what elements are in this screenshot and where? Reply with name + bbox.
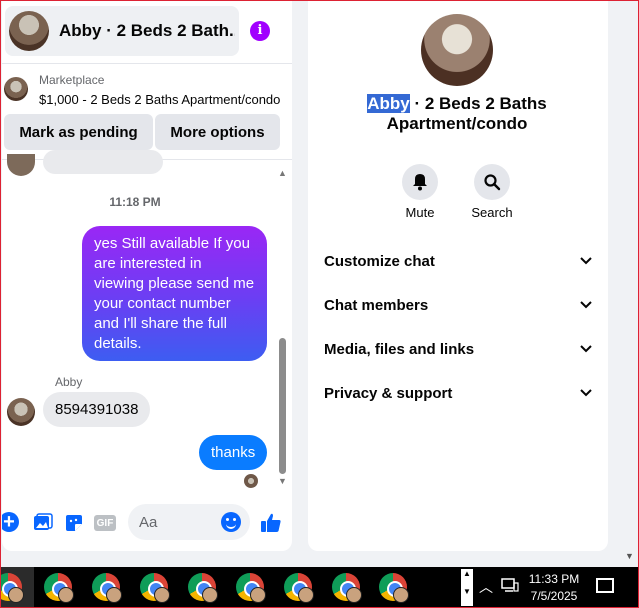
gif-icon[interactable]: GIF — [94, 515, 116, 531]
section-label: Chat members — [324, 296, 429, 314]
conversation-info-panel: Abby · 2 Beds 2 Baths Apartment/condo Mu… — [308, 0, 608, 551]
gallery-icon[interactable] — [32, 512, 54, 534]
emoji-icon[interactable] — [221, 512, 241, 532]
avatar — [421, 14, 493, 86]
section-customize-chat[interactable]: Customize chat — [324, 249, 594, 273]
chrome-profile-icon[interactable] — [92, 573, 122, 603]
more-options-button[interactable]: More options — [155, 114, 280, 150]
clock-date: 7/5/2025 — [530, 589, 578, 603]
conversation-title-button[interactable]: Abby · 2 Beds 2 Bath... — [5, 6, 239, 56]
chevron-up-icon[interactable]: ︿ — [479, 577, 493, 597]
notification-icon[interactable] — [596, 578, 614, 593]
section-label: Privacy & support — [324, 384, 453, 402]
avatar — [9, 11, 49, 51]
search-icon — [474, 164, 510, 200]
info-icon[interactable]: i — [250, 21, 270, 41]
mute-label: Mute — [405, 205, 435, 220]
page-scroll-down-arrow-icon[interactable]: ▼ — [625, 551, 634, 561]
incoming-message: 8594391038 — [43, 392, 151, 427]
message-bubble — [43, 150, 163, 174]
section-privacy-support[interactable]: Privacy & support — [324, 381, 594, 405]
chrome-profile-icon[interactable] — [379, 573, 409, 603]
section-chat-members[interactable]: Chat members — [324, 293, 594, 317]
conversation-title: Abby · 2 Beds 2 Bath... — [59, 21, 235, 40]
avatar — [7, 398, 35, 426]
info-title-rest: · 2 Beds 2 Baths Apartment/condo — [386, 94, 547, 133]
mute-button[interactable]: Mute — [385, 164, 455, 220]
avatar — [7, 154, 35, 176]
scroll-down-arrow-icon[interactable]: ▼ — [278, 476, 287, 486]
chrome-profile-icon[interactable] — [332, 573, 362, 603]
chat-scrollbar[interactable]: ▲ ▼ — [276, 168, 288, 488]
taskbar: ▲ ▼ ︿ 11:33 PM 7/5/2025 — [0, 567, 639, 608]
outgoing-message: thanks — [199, 435, 268, 470]
system-clock[interactable]: 11:33 PM 7/5/2025 — [525, 571, 583, 605]
listing-title[interactable]: $1,000 - 2 Beds 2 Baths Apartment/condo — [39, 92, 280, 107]
mark-as-pending-button[interactable]: Mark as pending — [4, 114, 153, 150]
chevron-down-icon — [578, 297, 594, 313]
outgoing-message: yes Still available If you are intereste… — [82, 226, 267, 361]
bell-icon — [402, 164, 438, 200]
section-media-files-links[interactable]: Media, files and links — [324, 337, 594, 361]
listing-thumbnail — [4, 77, 28, 101]
info-title: Abby · 2 Beds 2 Baths Apartment/condo — [328, 94, 586, 134]
seen-avatar — [244, 474, 258, 488]
chrome-profile-icon[interactable] — [188, 573, 218, 603]
chrome-profile-icon[interactable] — [0, 573, 24, 603]
scroll-up-arrow-icon[interactable]: ▲ — [278, 168, 287, 178]
like-icon[interactable] — [260, 512, 282, 534]
section-label: Media, files and links — [324, 340, 475, 358]
selected-name: Abby — [367, 94, 410, 113]
chevron-down-icon — [578, 341, 594, 357]
sender-name: Abby — [55, 375, 83, 389]
chrome-profile-icon[interactable] — [236, 573, 266, 603]
taskbar-scroll-icon[interactable]: ▲ ▼ — [461, 569, 473, 606]
plus-icon[interactable]: + — [2, 512, 19, 532]
chrome-profile-icon[interactable] — [140, 573, 170, 603]
chrome-profile-icon[interactable] — [44, 573, 74, 603]
message-timestamp: 11:18 PM — [109, 195, 161, 209]
chevron-down-icon — [578, 253, 594, 269]
search-button[interactable]: Search — [457, 164, 527, 220]
message-composer: + GIF Aa — [2, 500, 292, 546]
message-list: 11:18 PM yes Still available If you are … — [2, 150, 292, 500]
scroll-thumb[interactable] — [279, 338, 286, 474]
sticker-icon[interactable] — [63, 512, 85, 534]
marketplace-label: Marketplace — [39, 73, 105, 87]
chat-panel: Abby · 2 Beds 2 Bath... i Marketplace $1… — [2, 0, 292, 551]
network-icon[interactable] — [501, 577, 519, 596]
section-label: Customize chat — [324, 252, 435, 270]
clock-time: 11:33 PM — [528, 572, 580, 586]
chevron-down-icon — [578, 385, 594, 401]
search-label: Search — [471, 205, 513, 220]
chrome-profile-icon[interactable] — [284, 573, 314, 603]
chat-header: Abby · 2 Beds 2 Bath... i — [2, 0, 292, 64]
marketplace-banner: Marketplace $1,000 - 2 Beds 2 Baths Apar… — [2, 65, 292, 160]
